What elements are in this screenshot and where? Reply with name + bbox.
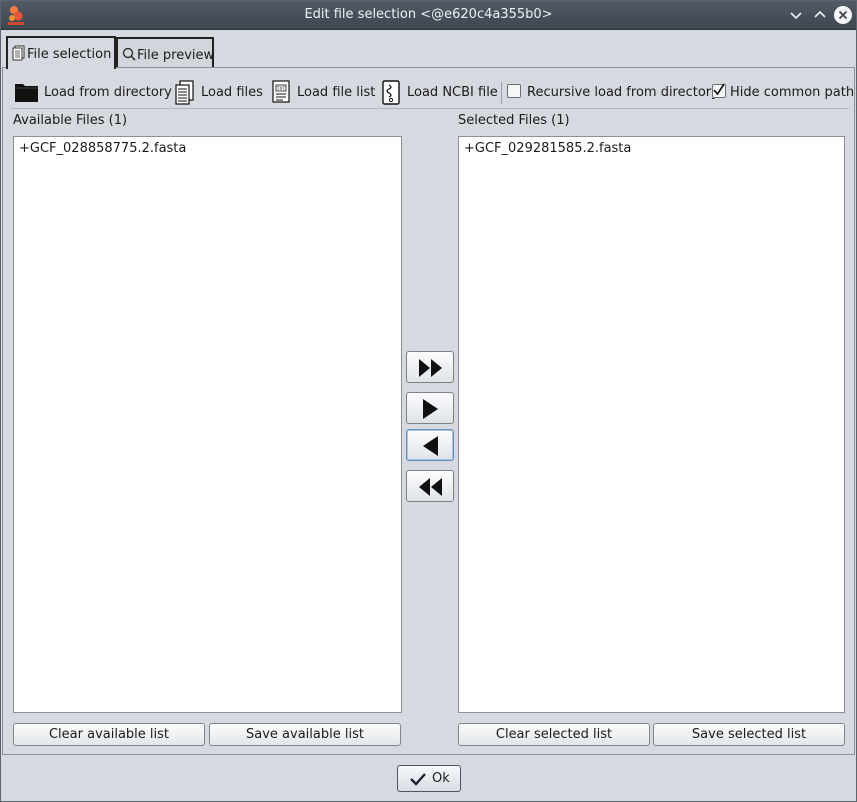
minimize-window-icon[interactable] — [786, 5, 806, 25]
hide-common-path-label: Hide common path — [730, 85, 855, 100]
magnifier-icon — [122, 47, 136, 61]
double-arrow-right-icon — [419, 359, 442, 377]
svg-text:TXT: TXT — [276, 86, 286, 92]
available-files-list[interactable]: +GCF_028858775.2.fasta — [13, 136, 402, 713]
load-files-button[interactable]: Load files — [174, 80, 264, 106]
list-item[interactable]: +GCF_028858775.2.fasta — [19, 140, 401, 157]
file-selection-panel: Load from directory Load files TXT Load … — [2, 67, 855, 755]
recursive-load-checkbox[interactable]: Recursive load from directory — [506, 80, 719, 106]
arrow-right-icon — [423, 399, 438, 419]
files-icon — [175, 80, 194, 105]
tab-file-selection-label: File selection — [27, 47, 112, 62]
maximize-window-icon[interactable] — [810, 5, 830, 25]
document-icon — [12, 45, 25, 61]
load-ncbi-label: Load NCBI file — [407, 85, 498, 100]
list-item[interactable]: +GCF_029281585.2.fasta — [464, 140, 844, 157]
selected-files-label: Selected Files (1) — [458, 113, 570, 128]
checkmark-icon — [713, 83, 725, 96]
close-window-icon[interactable] — [833, 5, 853, 25]
move-all-right-button[interactable] — [406, 351, 454, 383]
move-left-button[interactable] — [406, 429, 454, 461]
dialog-footer: Ok — [0, 756, 857, 802]
load-file-list-button[interactable]: TXT Load file list — [271, 80, 376, 106]
toolbar-separator — [501, 82, 502, 104]
load-directory-button[interactable]: Load from directory — [14, 80, 172, 106]
ok-label: Ok — [432, 771, 450, 786]
load-ncbi-button[interactable]: Load NCBI file — [381, 80, 498, 106]
tab-file-selection[interactable]: File selection — [6, 36, 116, 69]
selected-files-list[interactable]: +GCF_029281585.2.fasta — [458, 136, 845, 713]
toolbar: Load from directory Load files TXT Load … — [14, 80, 854, 106]
tab-file-preview[interactable]: File preview — [116, 37, 214, 68]
txt-file-icon: TXT — [272, 80, 290, 103]
double-arrow-left-icon — [419, 478, 442, 496]
ncbi-file-icon — [382, 80, 400, 105]
move-right-button[interactable] — [406, 392, 454, 424]
ok-button[interactable]: Ok — [397, 765, 461, 792]
load-file-list-label: Load file list — [297, 85, 376, 100]
load-directory-label: Load from directory — [44, 85, 172, 100]
arrow-left-icon — [423, 436, 438, 456]
recursive-load-label: Recursive load from directory — [527, 85, 719, 100]
recursive-load-checkbox-box[interactable] — [507, 84, 521, 98]
available-files-label: Available Files (1) — [13, 113, 128, 128]
toolbar-divider — [11, 108, 849, 109]
window-title: Edit file selection <@e620c4a355b0> — [304, 7, 553, 22]
load-files-label: Load files — [201, 85, 263, 100]
hide-common-path-checkbox-box[interactable] — [712, 83, 726, 98]
clear-selected-button[interactable]: Clear selected list — [458, 723, 650, 746]
checkmark-icon — [410, 773, 426, 786]
hide-common-path-checkbox[interactable]: Hide common path — [711, 80, 855, 106]
move-all-left-button[interactable] — [406, 470, 454, 502]
folder-icon — [15, 84, 38, 102]
save-selected-button[interactable]: Save selected list — [653, 723, 845, 746]
title-bar: Edit file selection <@e620c4a355b0> — [0, 0, 857, 30]
save-available-button[interactable]: Save available list — [209, 723, 401, 746]
clear-available-button[interactable]: Clear available list — [13, 723, 205, 746]
tab-file-preview-label: File preview — [137, 48, 215, 63]
